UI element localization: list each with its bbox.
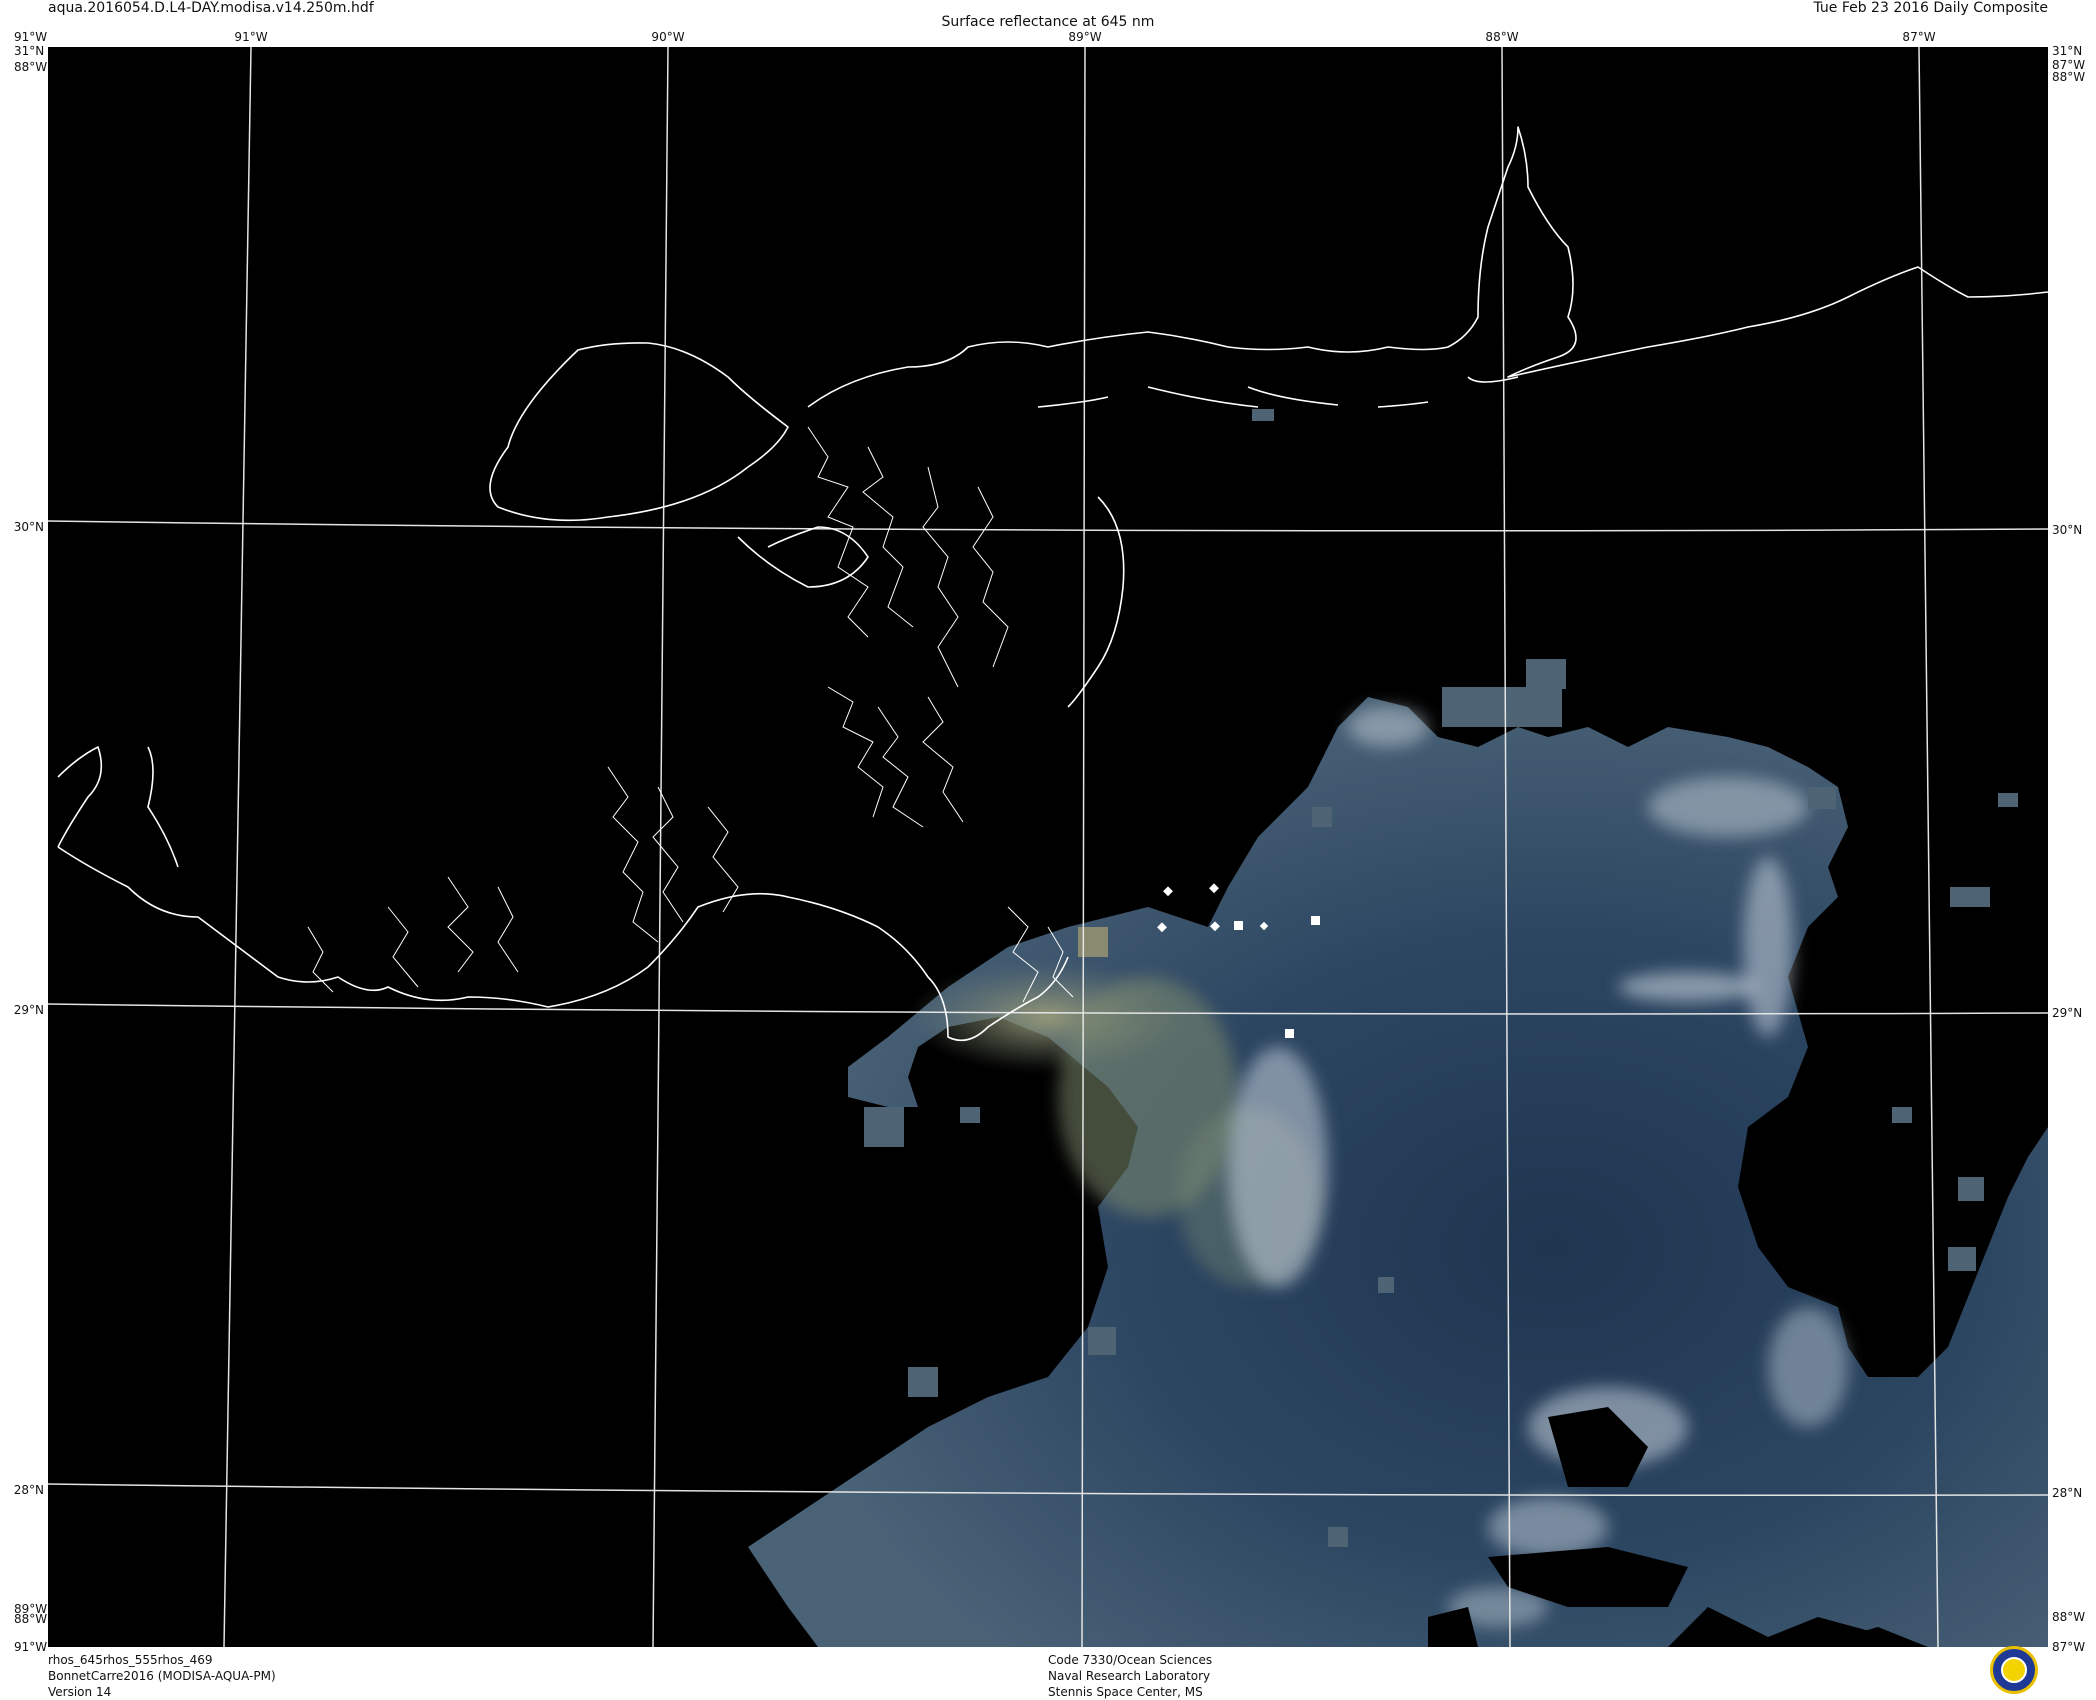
lon-label-87w: 87°W <box>1902 30 1936 44</box>
corner-br: 87°W <box>2052 1640 2086 1654</box>
corner-bl-lon-b: 88°W <box>14 1612 48 1626</box>
corner-br-a: 88°W <box>2052 1610 2086 1624</box>
lon-label-88w: 88°W <box>1485 30 1519 44</box>
date-label: Tue Feb 23 2016 Daily Composite <box>1813 0 2048 16</box>
lon-label-90w: 90°W <box>651 30 685 44</box>
lat-label-28n-left: 28°N <box>13 1483 44 1497</box>
org-credit: Code 7330/Ocean Sciences Naval Research … <box>1048 1652 1212 1700</box>
marsh-texture <box>307 426 1074 1003</box>
product-title: Surface reflectance at 645 nm <box>941 14 1155 30</box>
nrl-seal-icon <box>1990 1646 2038 1694</box>
band-combo: rhos_645rhos_555rhos_469 <box>48 1653 213 1667</box>
lat-label-29n-left: 29°N <box>13 1003 44 1017</box>
org-line2: Naval Research Laboratory <box>1048 1669 1211 1683</box>
lat-label-28n-right: 28°N <box>2052 1486 2083 1500</box>
corner-bl: 91°W <box>14 1640 48 1654</box>
org-line3: Stennis Space Center, MS <box>1048 1685 1203 1699</box>
corner-tl-lon-overlap: 88°W <box>14 60 48 74</box>
project-name: BonnetCarre2016 (MODISA-AQUA-PM) <box>48 1669 276 1683</box>
corner-tl-lat: 31°N <box>14 44 45 58</box>
org-line1: Code 7330/Ocean Sciences <box>1048 1653 1213 1667</box>
lat-label-30n-right: 30°N <box>2052 523 2083 537</box>
version-label: Version 14 <box>48 1685 112 1699</box>
map-canvas <box>48 47 2048 1647</box>
corner-tl-lon: 91°W <box>14 30 48 44</box>
lat-label-30n-left: 30°N <box>13 520 44 534</box>
corner-tr-lat: 31°N <box>2052 44 2083 58</box>
footer-info: rhos_645rhos_555rhos_469 BonnetCarre2016… <box>48 1652 276 1700</box>
corner-tr-lon-overlap: 88°W <box>2052 70 2086 84</box>
lon-label-89w: 89°W <box>1068 30 1102 44</box>
satellite-map[interactable] <box>48 47 2048 1647</box>
lat-label-29n-right: 29°N <box>2052 1006 2083 1020</box>
water-region <box>748 697 2048 1647</box>
lon-label-91w: 91°W <box>234 30 268 44</box>
